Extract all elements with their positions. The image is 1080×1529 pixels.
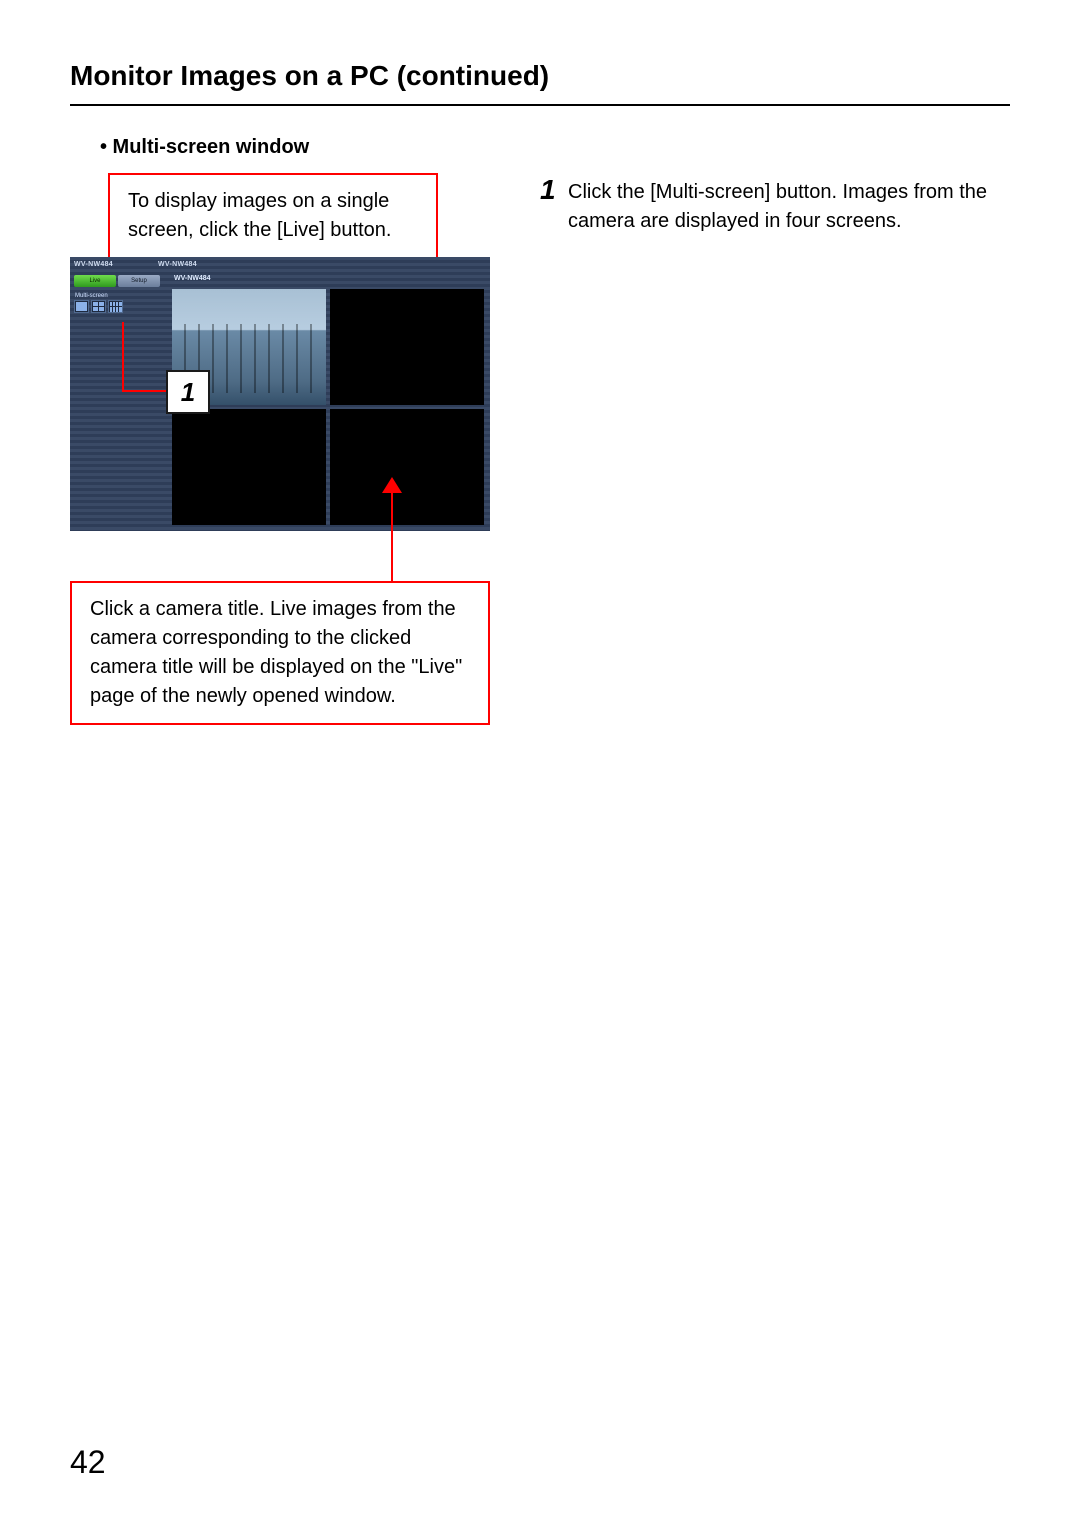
annotation-line-bottom	[391, 493, 393, 581]
multiscreen-icon-16[interactable]	[108, 300, 123, 313]
step-text: Click the [Multi-screen] button. Images …	[568, 178, 1010, 236]
step-chip: 1	[166, 370, 210, 414]
camera-title-label[interactable]: WV-NW484	[174, 275, 211, 282]
annotation-line-step-v	[122, 322, 124, 392]
multiscreen-icon-1[interactable]	[74, 300, 89, 313]
step-item: 1 Click the [Multi-screen] button. Image…	[540, 178, 1010, 236]
multiscreen-icon-4[interactable]	[91, 300, 106, 313]
screenshot-topbar: WV-NW484 WV-NW484	[70, 257, 490, 271]
multiscreen-label: Multi-screen	[75, 293, 160, 299]
column-right: 1 Click the [Multi-screen] button. Image…	[540, 136, 1010, 725]
model-label-right: WV-NW484	[158, 261, 197, 268]
screenshot-grid	[172, 289, 484, 525]
screenshot-wrap: WV-NW484 WV-NW484 WV-NW484 Live Setup Mu…	[70, 257, 490, 531]
camera-cell-4[interactable]	[330, 409, 484, 525]
screenshot-button-row: Live Setup	[74, 275, 160, 287]
callout-camera-title: Click a camera title. Live images from t…	[70, 581, 490, 725]
model-label-left: WV-NW484	[74, 261, 113, 268]
column-left: • Multi-screen window To display images …	[70, 136, 500, 725]
annotation-line-step	[122, 390, 166, 392]
setup-button[interactable]: Setup	[118, 275, 160, 287]
page-number: 42	[70, 1444, 106, 1481]
annotation-arrowhead	[382, 477, 402, 493]
multiscreen-icons	[74, 300, 160, 313]
columns: • Multi-screen window To display images …	[70, 136, 1010, 725]
live-button[interactable]: Live	[74, 275, 116, 287]
step-number: 1	[540, 176, 562, 236]
title-rule	[70, 104, 1010, 106]
page-title: Monitor Images on a PC (continued)	[70, 60, 1010, 92]
page: Monitor Images on a PC (continued) • Mul…	[0, 0, 1080, 1529]
screenshot-sidebar: Live Setup Multi-screen	[74, 275, 160, 313]
camera-cell-3[interactable]	[172, 409, 326, 525]
callout-live-button: To display images on a single screen, cl…	[108, 173, 438, 259]
screenshot: WV-NW484 WV-NW484 WV-NW484 Live Setup Mu…	[70, 257, 490, 531]
bullet-heading: • Multi-screen window	[100, 136, 309, 159]
camera-cell-2[interactable]	[330, 289, 484, 405]
